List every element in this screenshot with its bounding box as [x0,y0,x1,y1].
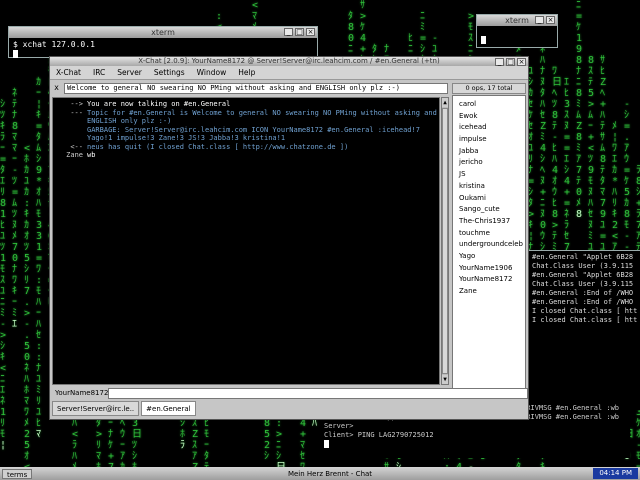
user-list[interactable]: carol Ewok icehead impulse Jabba jericho JS kri… [452,95,526,395]
menu-server[interactable]: Server [117,68,142,77]
xterm-side-window[interactable]: #en.General "Applet 6B28 Chat.Class User… [528,250,640,410]
chat-message: Topic for #en.General is Welcome to gene… [87,108,437,126]
user-list-item[interactable]: undergroundceleb [459,239,525,251]
clock: 04:14 PM [593,468,638,479]
xterm-side-line: #en.General "Applet 6B28 [532,253,634,261]
user-list-item[interactable]: YourName1906 [459,263,525,275]
chat-nick: --> [70,100,83,108]
chat-nick: --- [70,108,83,117]
user-list-item[interactable]: Sango_cute [459,204,525,216]
chat-message: wb [87,151,96,159]
chat-line: --> You are now talking on #en.General [53,100,439,109]
cursor [324,440,329,448]
user-list-item[interactable]: Oukami [459,193,525,205]
chat-message: GARBAGE: Server!Server@irc.leahcim.com I… [87,125,420,143]
matrix-column: ﾈ ﾃ ﾅ 8 ﾏ ﾏ ｰ - ﾂ = ﾑ ﾂ ﾇ ﾒ 7 0 ﾅ ﾜ ｷ ｰ … [12,88,19,330]
chat-line: GARBAGE: Server!Server@irc.leahcim.com I… [53,126,439,143]
topic-close-icon[interactable]: x [52,83,61,93]
xterm-window-right[interactable]: xterm _ × [476,14,558,48]
user-list-item[interactable]: YourName8172 [459,274,525,286]
xterm-window-top[interactable]: xterm _ □ × $ xchat 127.0.0.1 [8,26,318,58]
topic-field[interactable]: Welcome to general NO swearing NO PMing … [64,82,448,94]
menu-help[interactable]: Help [238,68,255,77]
chat-nick: <-- [70,142,83,151]
xterm-side-line: I closed Chat.class [ htt [532,307,638,315]
nick-button[interactable]: YourName8172 [52,388,108,399]
chat-line: Zane wb [53,151,439,160]
xterm-right-title: xterm [505,16,529,25]
chat-message: neus has quit (I closed Chat.class [ htt… [87,142,349,151]
topic-row: x Welcome to general NO swearing NO PMin… [52,82,448,94]
xterm-top-title: xterm [151,28,175,37]
message-input[interactable] [108,387,528,399]
menu-window[interactable]: Window [197,68,227,77]
user-list-item[interactable]: touchme [459,228,525,240]
input-row: YourName8172 [52,387,528,399]
xterm-bottom-line: Client> PING LAG2790725012 [324,431,434,439]
tab-en-general[interactable]: #en.General [141,401,196,416]
minimize-icon[interactable]: _ [535,16,544,24]
xchat-window[interactable]: X-Chat [2.0.9]: YourName8172 @ Server!Se… [49,56,529,420]
user-list-item[interactable]: kristina [459,181,525,193]
xchat-titlebar[interactable]: X-Chat [2.0.9]: YourName8172 @ Server!Se… [50,57,528,66]
user-list-item[interactable]: Ewok [459,111,525,123]
chat-scrollbar[interactable]: ▲ ▼ [441,97,449,385]
user-list-item[interactable]: carol [459,99,525,111]
taskbar-item-terms[interactable]: terms [2,468,33,479]
xterm-side-line: Chat.Class User (3.9.115 [532,280,634,288]
xterm-right-titlebar[interactable]: xterm _ × [477,15,557,26]
maximize-icon[interactable]: □ [295,28,304,36]
user-list-item[interactable]: icehead [459,122,525,134]
taskbar-window-title[interactable]: Mein Herz Brennt - Chat [230,470,430,478]
chat-line: <-- neus has quit (I closed Chat.class [… [53,143,439,152]
menu-irc[interactable]: IRC [93,68,105,77]
scroll-down-icon[interactable]: ▼ [442,375,448,384]
chat-line: --- Topic for #en.General is Welcome to … [53,109,439,126]
cursor [13,49,18,58]
scroll-thumb[interactable] [442,108,448,374]
tab-server[interactable]: Server!Server@irc.le.. [52,401,140,416]
scroll-up-icon[interactable]: ▲ [442,98,448,107]
xterm-top-titlebar[interactable]: xterm _ □ × [9,27,317,38]
xterm-side-line: I closed Chat.class [ htt [532,316,638,324]
chat-text-area[interactable]: --> You are now talking on #en.General -… [52,97,440,385]
close-icon[interactable]: × [546,16,555,24]
user-count: 0 ops, 17 total [452,83,526,94]
chat-nick: Zane [66,151,83,159]
cursor [481,35,486,44]
xchat-title: X-Chat [2.0.9]: YourName8172 @ Server!Se… [138,57,440,65]
matrix-column: ｼ ﾂ ｷ ﾗ ｰ = ﾀ ｴ ﾘ 8 1 ﾋ ﾕ ﾂ 1 ﾓ ｽ ﾕ ﾆ ﾐ … [0,99,7,451]
minimize-icon[interactable]: _ [495,58,504,66]
matrix-column: ｶ ｰ ¦ ｷ = ﾀ ﾑ ｼ 9 * ｵ ﾊ ﾓ 3 3 1 = ﾜ : ﾓ … [36,77,43,440]
xterm-top-line: $ xchat 127.0.0.1 [13,40,95,49]
menu-bar: X-Chat IRC Server Settings Window Help [50,66,528,80]
minimize-icon[interactable]: _ [284,28,293,36]
close-icon[interactable]: × [306,28,315,36]
user-list-item[interactable]: jericho [459,157,525,169]
user-list-item[interactable]: impulse [459,134,525,146]
xterm-right-content[interactable] [477,26,557,51]
user-list-item[interactable]: Jabba [459,146,525,158]
user-list-item[interactable]: Zane [459,286,525,298]
xterm-bottom-line: Server> [324,422,354,430]
user-list-item[interactable]: Yago [459,251,525,263]
xterm-side-line: #en.General "Applet 6B28 [532,271,634,279]
user-list-item[interactable]: JS [459,169,525,181]
close-icon[interactable]: × [517,58,526,66]
chat-message: You are now talking on #en.General [87,100,231,108]
chat-nick [53,126,87,143]
matrix-column: < ﾎ ｶ ﾕ ｶ : ｷ ｶ ｵ ﾂ 5 ｼ ﾘ 7 . > - . 5 0 … [24,143,34,480]
user-list-item[interactable]: The-Chris1937 [459,216,525,228]
maximize-icon[interactable]: □ [506,58,515,66]
taskbar: terms Mein Herz Brennt - Chat 04:14 PM [0,467,640,480]
menu-settings[interactable]: Settings [154,68,185,77]
menu-xchat[interactable]: X-Chat [56,68,81,77]
xterm-side-line: Chat.Class User (3.9.115 [532,262,634,270]
xterm-side-line: #en.General :End of /WHO [532,289,634,297]
channel-tabs: Server!Server@irc.le.. #en.General [52,401,196,417]
xterm-side-line: #en.General :End of /WHO [532,298,634,306]
